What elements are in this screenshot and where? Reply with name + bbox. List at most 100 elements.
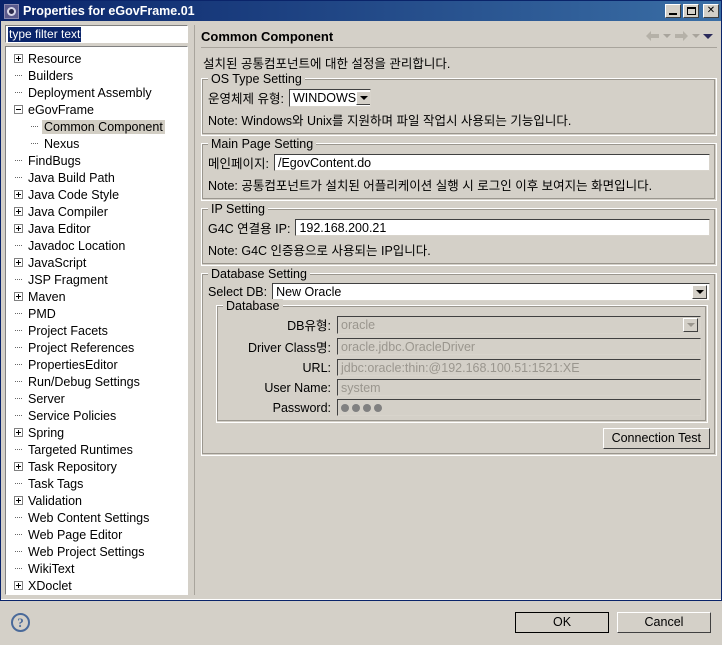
- url-row: URL: jdbc:oracle:thin:@192.168.100.51:15…: [223, 359, 701, 376]
- select-db-dropdown[interactable]: New Oracle: [272, 283, 710, 301]
- cancel-button[interactable]: Cancel: [617, 612, 711, 633]
- tree-item-task-repository[interactable]: Task Repository: [6, 458, 187, 475]
- settings-tree[interactable]: Resource Builders Deployment Assembly eGovF…: [5, 46, 188, 595]
- tree-item-findbugs[interactable]: FindBugs: [6, 152, 187, 169]
- dialog-body: type filter text Resource Builders Deploym…: [1, 21, 721, 595]
- tree-item-java-editor[interactable]: Java Editor: [6, 220, 187, 237]
- dialog-footer: ? OK Cancel: [1, 599, 721, 645]
- expand-icon[interactable]: [14, 190, 23, 199]
- tree-item-javascript[interactable]: JavaScript: [6, 254, 187, 271]
- tree-item-validation[interactable]: Validation: [6, 492, 187, 509]
- tree-item-deployment-assembly[interactable]: Deployment Assembly: [6, 84, 187, 101]
- tree-item-label: Project Facets: [28, 323, 108, 338]
- tree-item-builders[interactable]: Builders: [6, 67, 187, 84]
- db-type-label: DB유형:: [287, 319, 331, 333]
- minimize-icon[interactable]: [665, 4, 681, 18]
- view-menu-icon[interactable]: [703, 33, 713, 39]
- tree-item-xdoclet[interactable]: XDoclet: [6, 577, 187, 594]
- expand-icon[interactable]: [14, 428, 23, 437]
- password-dot: [341, 403, 349, 412]
- tree-item-label: Nexus: [44, 136, 80, 151]
- tree-item-service-policies[interactable]: Service Policies: [6, 407, 187, 424]
- window-controls: ✕: [665, 4, 719, 18]
- tree-connector-icon: [14, 567, 23, 570]
- page-header: Common Component: [201, 25, 717, 48]
- tree-connector-icon: [30, 142, 39, 145]
- tree-connector-icon: [14, 363, 23, 366]
- tree-item-maven[interactable]: Maven: [6, 288, 187, 305]
- tree-item-pmd[interactable]: PMD: [6, 305, 187, 322]
- database-setting-legend: Database Setting: [208, 267, 310, 281]
- tree-item-label: Java Code Style: [28, 187, 120, 202]
- tree-item-label: Java Build Path: [28, 170, 115, 185]
- tree-item-label: Web Project Settings: [28, 544, 145, 559]
- tree-item-web-project-settings[interactable]: Web Project Settings: [6, 543, 187, 560]
- expand-icon[interactable]: [14, 462, 23, 471]
- user-name-row: User Name: system: [223, 379, 701, 396]
- os-type-label: 운영체제 유형:: [208, 92, 284, 106]
- tree-item-jsp-fragment[interactable]: JSP Fragment: [6, 271, 187, 288]
- chevron-down-icon[interactable]: [356, 90, 370, 105]
- os-type-setting-legend: OS Type Setting: [208, 72, 305, 86]
- database-inner-group: Database DB유형: oracle Driver Class명: ora…: [216, 299, 708, 423]
- help-icon[interactable]: ?: [11, 613, 30, 632]
- window-title: Properties for eGovFrame.01: [23, 4, 195, 18]
- tree-item-project-facets[interactable]: Project Facets: [6, 322, 187, 339]
- tree-item-java-build-path[interactable]: Java Build Path: [6, 169, 187, 186]
- tree-item-propertieseditor[interactable]: PropertiesEditor: [6, 356, 187, 373]
- tree-item-label: Web Page Editor: [28, 527, 123, 542]
- tree-item-server[interactable]: Server: [6, 390, 187, 407]
- tree-item-resource[interactable]: Resource: [6, 50, 187, 67]
- back-dropdown-icon[interactable]: [663, 34, 671, 38]
- expand-icon[interactable]: [14, 581, 23, 590]
- ip-input[interactable]: 192.168.200.21: [295, 219, 710, 236]
- tree-connector-icon: [14, 448, 23, 451]
- tree-item-common-component[interactable]: Common Component: [6, 118, 187, 135]
- database-inner-legend: Database: [223, 299, 283, 313]
- tree-item-task-tags[interactable]: Task Tags: [6, 475, 187, 492]
- password-mask: [341, 403, 382, 412]
- tree-item-spring[interactable]: Spring: [6, 424, 187, 441]
- expand-icon[interactable]: [14, 292, 23, 301]
- tree-item-label: WikiText: [28, 561, 75, 576]
- back-arrow-icon[interactable]: [645, 30, 660, 42]
- os-type-note: Note: Windows와 Unix를 지원하며 파일 작업시 사용되는 기능…: [208, 114, 572, 128]
- tree-item-run-debug-settings[interactable]: Run/Debug Settings: [6, 373, 187, 390]
- password-row: Password:: [223, 399, 701, 416]
- os-type-select[interactable]: WINDOWS: [288, 88, 371, 107]
- main-page-input[interactable]: /EgovContent.do: [273, 154, 710, 171]
- expand-icon[interactable]: [14, 258, 23, 267]
- chevron-down-icon[interactable]: [692, 285, 707, 299]
- expand-icon[interactable]: [14, 496, 23, 505]
- expand-icon[interactable]: [14, 224, 23, 233]
- expand-icon[interactable]: [14, 54, 23, 63]
- page-title: Common Component: [201, 28, 334, 44]
- close-icon[interactable]: ✕: [703, 4, 719, 18]
- tree-item-label: Javadoc Location: [28, 238, 126, 253]
- forward-dropdown-icon[interactable]: [692, 34, 700, 38]
- tree-item-targeted-runtimes[interactable]: Targeted Runtimes: [6, 441, 187, 458]
- tree-item-wikitext[interactable]: WikiText: [6, 560, 187, 577]
- tree-item-label: FindBugs: [28, 153, 81, 168]
- collapse-icon[interactable]: [14, 105, 23, 114]
- tree-item-web-content-settings[interactable]: Web Content Settings: [6, 509, 187, 526]
- maximize-icon[interactable]: [683, 4, 699, 18]
- tree-item-javadoc-location[interactable]: Javadoc Location: [6, 237, 187, 254]
- tree-item-egovframe[interactable]: eGovFrame: [6, 101, 187, 118]
- tree-item-label: eGovFrame: [28, 102, 94, 117]
- chevron-down-icon: [683, 317, 698, 332]
- filter-input[interactable]: type filter text: [5, 25, 188, 43]
- driver-class-label: Driver Class명:: [247, 341, 331, 355]
- title-bar[interactable]: Properties for eGovFrame.01 ✕: [1, 1, 721, 21]
- tree-item-nexus[interactable]: Nexus: [6, 135, 187, 152]
- expand-icon[interactable]: [14, 207, 23, 216]
- select-db-row: Select DB: New Oracle: [208, 283, 710, 301]
- connection-test-button[interactable]: Connection Test: [602, 428, 710, 449]
- forward-arrow-icon[interactable]: [674, 30, 689, 42]
- tree-item-java-code-style[interactable]: Java Code Style: [6, 186, 187, 203]
- tree-item-java-compiler[interactable]: Java Compiler: [6, 203, 187, 220]
- tree-item-label: Spring: [28, 425, 65, 440]
- tree-item-project-references[interactable]: Project References: [6, 339, 187, 356]
- ok-button[interactable]: OK: [515, 612, 609, 633]
- tree-item-web-page-editor[interactable]: Web Page Editor: [6, 526, 187, 543]
